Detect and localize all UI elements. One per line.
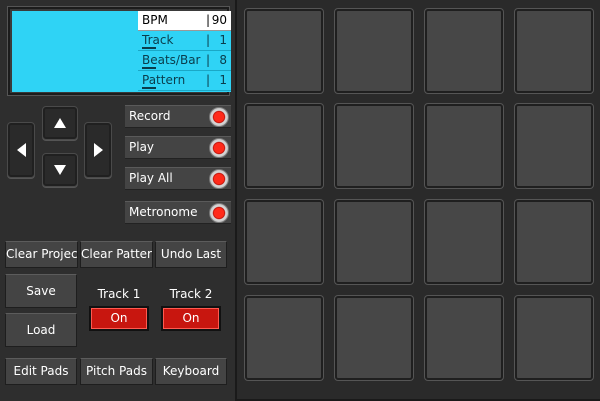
drum-pad[interactable] bbox=[425, 296, 503, 380]
drum-pad[interactable] bbox=[335, 104, 413, 188]
pad-grid bbox=[235, 0, 600, 401]
lcd-row-bpm[interactable]: BPM | 90 bbox=[138, 11, 231, 31]
drum-machine-app: BPM | 90 Track | 1 Beats/Bar | 8 Pattern… bbox=[0, 0, 600, 401]
load-button[interactable]: Load bbox=[5, 313, 77, 347]
dpad-right-button[interactable] bbox=[84, 122, 112, 178]
metronome-led-icon[interactable] bbox=[209, 203, 229, 223]
record-toggle[interactable]: Record bbox=[125, 105, 231, 128]
drum-pad[interactable] bbox=[245, 104, 323, 188]
lcd-row-pattern[interactable]: Pattern | 1 bbox=[138, 71, 231, 91]
drum-pad[interactable] bbox=[335, 296, 413, 380]
lcd-value: 1 bbox=[219, 33, 227, 47]
lcd-underline bbox=[142, 67, 156, 69]
arrow-down-icon bbox=[54, 165, 66, 175]
drum-pad[interactable] bbox=[245, 296, 323, 380]
drum-pad[interactable] bbox=[335, 200, 413, 284]
lcd-value: 90 bbox=[211, 13, 227, 27]
lcd-row-track[interactable]: Track | 1 bbox=[138, 31, 231, 51]
keyboard-button[interactable]: Keyboard bbox=[155, 358, 227, 385]
record-led-icon[interactable] bbox=[209, 107, 229, 127]
pitch-pads-button[interactable]: Pitch Pads bbox=[80, 358, 153, 385]
drum-pad[interactable] bbox=[515, 104, 593, 188]
lcd-display: BPM | 90 Track | 1 Beats/Bar | 8 Pattern… bbox=[7, 6, 231, 96]
drum-pad[interactable] bbox=[245, 200, 323, 284]
lcd-label: BPM bbox=[142, 13, 168, 27]
track-2-on-button[interactable]: On bbox=[161, 306, 221, 331]
arrow-up-icon bbox=[54, 118, 66, 128]
dpad-down-button[interactable] bbox=[42, 153, 78, 187]
dpad-left-button[interactable] bbox=[7, 122, 35, 178]
drum-pad[interactable] bbox=[425, 104, 503, 188]
drum-pad[interactable] bbox=[425, 200, 503, 284]
play-all-led-icon[interactable] bbox=[209, 169, 229, 189]
lcd-separator: | bbox=[206, 53, 211, 67]
lcd-row-beats-bar[interactable]: Beats/Bar | 8 bbox=[138, 51, 231, 71]
record-label: Record bbox=[129, 109, 171, 123]
play-toggle[interactable]: Play bbox=[125, 136, 231, 159]
drum-pad[interactable] bbox=[335, 9, 413, 93]
undo-last-button[interactable]: Undo Last bbox=[155, 241, 227, 268]
play-all-label: Play All bbox=[129, 171, 173, 185]
lcd-underline bbox=[142, 47, 156, 49]
drum-pad[interactable] bbox=[245, 9, 323, 93]
lcd-screen-area bbox=[12, 11, 138, 92]
save-button[interactable]: Save bbox=[5, 274, 77, 308]
metronome-label: Metronome bbox=[129, 205, 198, 219]
lcd-separator: | bbox=[206, 13, 211, 27]
drum-pad[interactable] bbox=[515, 296, 593, 380]
lcd-separator: | bbox=[206, 33, 211, 47]
edit-pads-button[interactable]: Edit Pads bbox=[5, 358, 77, 385]
dpad-up-button[interactable] bbox=[42, 106, 78, 140]
lcd-underline bbox=[142, 87, 156, 89]
drum-pad[interactable] bbox=[515, 9, 593, 93]
drum-pad[interactable] bbox=[425, 9, 503, 93]
play-led-icon[interactable] bbox=[209, 138, 229, 158]
lcd-parameter-list: BPM | 90 Track | 1 Beats/Bar | 8 Pattern… bbox=[138, 11, 231, 92]
lcd-separator: | bbox=[206, 73, 211, 87]
play-label: Play bbox=[129, 140, 155, 154]
track-2-label: Track 2 bbox=[169, 287, 213, 301]
arrow-left-icon bbox=[16, 143, 26, 157]
clear-project-button[interactable]: Clear Project bbox=[5, 241, 78, 268]
clear-pattern-button[interactable]: Clear Pattern bbox=[80, 241, 153, 268]
arrow-right-icon bbox=[93, 143, 103, 157]
metronome-toggle[interactable]: Metronome bbox=[125, 201, 231, 224]
lcd-value: 8 bbox=[219, 53, 227, 67]
track-1-label: Track 1 bbox=[97, 287, 141, 301]
play-all-toggle[interactable]: Play All bbox=[125, 167, 231, 190]
lcd-value: 1 bbox=[219, 73, 227, 87]
track-1-on-button[interactable]: On bbox=[89, 306, 149, 331]
drum-pad[interactable] bbox=[515, 200, 593, 284]
